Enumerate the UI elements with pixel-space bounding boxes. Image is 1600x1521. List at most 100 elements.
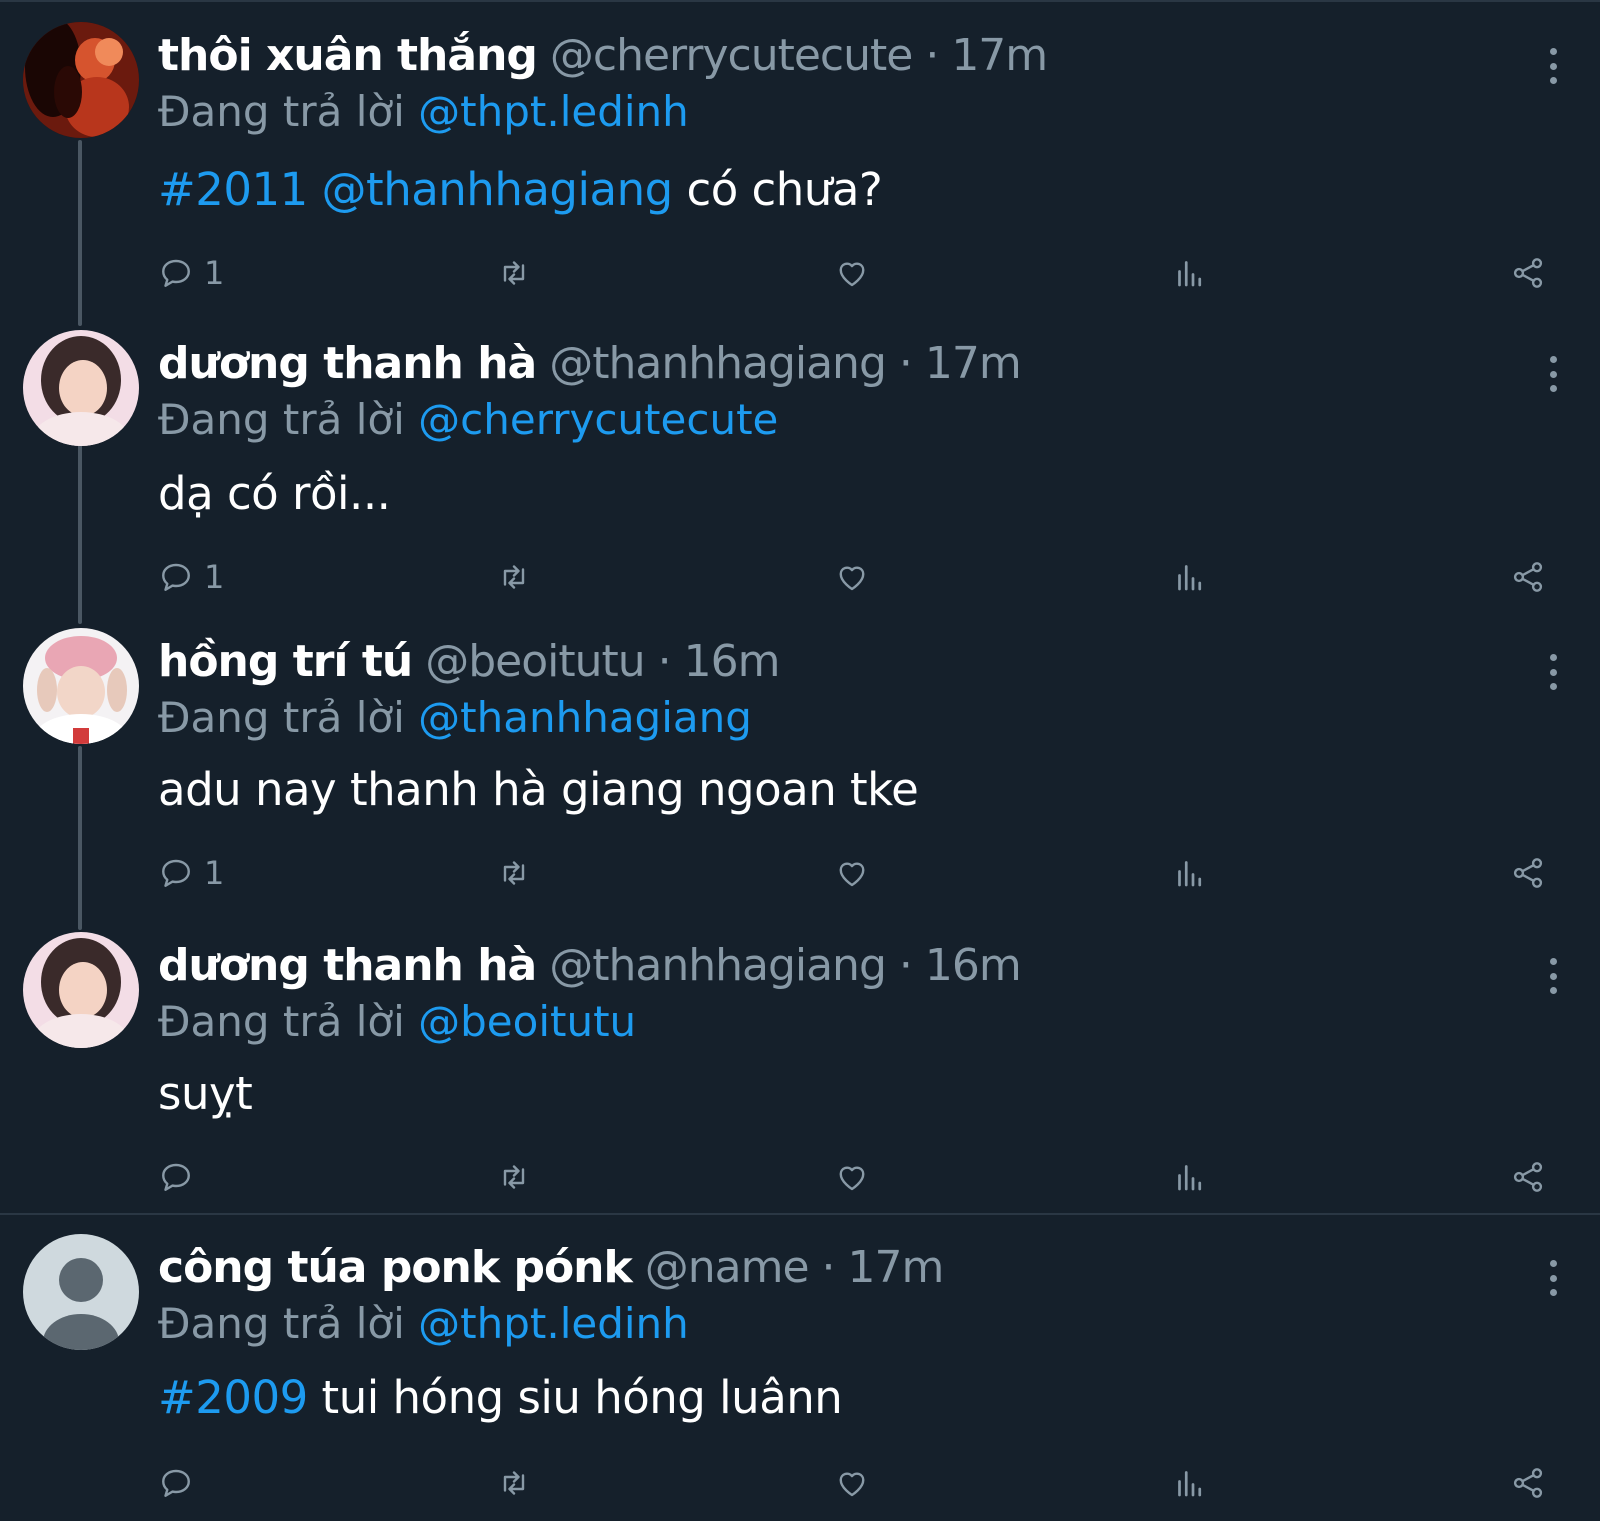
share-icon [1510, 1159, 1546, 1195]
more-icon[interactable] [1548, 48, 1558, 84]
share-button[interactable] [1510, 848, 1546, 898]
tweet-text: adu nay thanh hà giang ngoan tke [158, 760, 919, 820]
share-icon [1510, 255, 1546, 291]
hashtag-link[interactable]: #2011 [158, 163, 308, 216]
timestamp[interactable]: 17m [925, 338, 1022, 389]
reply-button[interactable]: 1 [158, 248, 224, 298]
more-icon[interactable] [1548, 958, 1558, 994]
share-icon [1510, 1465, 1546, 1501]
replying-to: Đang trả lời @cherrycutecute [158, 392, 778, 448]
tweet-header: hồng trí tú @beoitutu · 16m [158, 634, 781, 690]
reply-mention-link[interactable]: @thanhhagiang [418, 693, 752, 742]
reply-mention-link[interactable]: @thpt.ledinh [418, 1299, 689, 1348]
timestamp[interactable]: 17m [848, 1242, 945, 1293]
tweet[interactable]: thôi xuân thắng @cherrycutecute · 17m Đa… [0, 22, 1600, 322]
tweet-header: thôi xuân thắng @cherrycutecute · 17m [158, 28, 1048, 84]
reply-mention-link[interactable]: @thpt.ledinh [418, 87, 689, 136]
reply-count: 1 [204, 558, 225, 596]
like-button[interactable] [834, 1458, 870, 1508]
default-avatar[interactable] [23, 1234, 139, 1350]
tweet-actions: 1 [0, 848, 1600, 898]
analytics-icon [1172, 1465, 1208, 1501]
display-name[interactable]: công túa ponk pónk [158, 1242, 633, 1293]
share-button[interactable] [1510, 1152, 1546, 1202]
more-icon[interactable] [1548, 654, 1558, 690]
user-handle[interactable]: @name [645, 1242, 810, 1293]
separator: · [898, 940, 913, 991]
reply-button[interactable] [158, 1152, 194, 1202]
share-icon [1510, 559, 1546, 595]
reply-icon [158, 559, 194, 595]
hashtag-link[interactable]: #2009 [158, 1371, 308, 1424]
reply-mention-link[interactable]: @cherrycutecute [418, 395, 778, 444]
user-handle[interactable]: @thanhhagiang [549, 338, 887, 389]
reply-button[interactable] [158, 1458, 194, 1508]
display-name[interactable]: dương thanh hà [158, 940, 537, 991]
mention-link[interactable]: @thanhhagiang [322, 163, 674, 216]
reply-icon [158, 255, 194, 291]
like-icon [834, 1465, 870, 1501]
tweet-text: #2011 @thanhhagiang có chưa? [158, 160, 883, 220]
like-icon [834, 855, 870, 891]
avatar[interactable] [23, 932, 139, 1048]
timestamp[interactable]: 16m [925, 940, 1022, 991]
reply-mention-link[interactable]: @beoitutu [418, 997, 636, 1046]
like-button[interactable] [834, 552, 870, 602]
tweet[interactable]: hồng trí tú @beoitutu · 16m Đang trả lời… [0, 628, 1600, 918]
like-button[interactable] [834, 1152, 870, 1202]
analytics-button[interactable] [1172, 848, 1208, 898]
tweet[interactable]: công túa ponk pónk @name · 17m Đang trả … [0, 1234, 1600, 1521]
retweet-button[interactable] [496, 248, 532, 298]
user-handle[interactable]: @cherrycutecute [550, 30, 913, 81]
tweet-divider [0, 1213, 1600, 1215]
display-name[interactable]: hồng trí tú [158, 636, 413, 687]
avatar[interactable] [23, 330, 139, 446]
share-button[interactable] [1510, 1458, 1546, 1508]
reply-button[interactable]: 1 [158, 552, 224, 602]
replying-to-label: Đang trả lời [158, 997, 405, 1046]
retweet-icon [496, 255, 532, 291]
more-icon[interactable] [1548, 356, 1558, 392]
timestamp[interactable]: 16m [684, 636, 781, 687]
like-button[interactable] [834, 248, 870, 298]
replying-to: Đang trả lời @thpt.ledinh [158, 1296, 689, 1352]
share-button[interactable] [1510, 248, 1546, 298]
retweet-button[interactable] [496, 552, 532, 602]
tweet-actions: 1 [0, 552, 1600, 602]
avatar[interactable] [23, 628, 139, 744]
timestamp[interactable]: 17m [951, 30, 1048, 81]
retweet-button[interactable] [496, 848, 532, 898]
tweet-body: suỵt [158, 1067, 253, 1120]
replying-to-label: Đang trả lời [158, 87, 405, 136]
analytics-button[interactable] [1172, 1152, 1208, 1202]
display-name[interactable]: thôi xuân thắng [158, 30, 538, 81]
more-icon[interactable] [1548, 1260, 1558, 1296]
display-name[interactable]: dương thanh hà [158, 338, 537, 389]
replying-to: Đang trả lời @beoitutu [158, 994, 636, 1050]
user-handle[interactable]: @beoitutu [425, 636, 645, 687]
tweet[interactable]: dương thanh hà @thanhhagiang · 16m Đang … [0, 932, 1600, 1212]
tweet-thread: thôi xuân thắng @cherrycutecute · 17m Đa… [0, 0, 1600, 1521]
analytics-button[interactable] [1172, 248, 1208, 298]
top-divider [0, 0, 1600, 2]
retweet-button[interactable] [496, 1152, 532, 1202]
tweet-header: dương thanh hà @thanhhagiang · 16m [158, 938, 1022, 994]
retweet-icon [496, 855, 532, 891]
retweet-icon [496, 1159, 532, 1195]
like-button[interactable] [834, 848, 870, 898]
analytics-button[interactable] [1172, 1458, 1208, 1508]
retweet-button[interactable] [496, 1458, 532, 1508]
reply-button[interactable]: 1 [158, 848, 224, 898]
tweet-actions [0, 1458, 1600, 1508]
user-handle[interactable]: @thanhhagiang [549, 940, 887, 991]
replying-to: Đang trả lời @thpt.ledinh [158, 84, 689, 140]
retweet-icon [496, 1465, 532, 1501]
tweet-body: tui hóng siu hóng luânn [321, 1371, 843, 1424]
analytics-button[interactable] [1172, 552, 1208, 602]
separator: · [657, 636, 672, 687]
share-button[interactable] [1510, 552, 1546, 602]
tweet-body: dạ có rồi... [158, 467, 391, 520]
reply-count: 1 [204, 854, 225, 892]
avatar[interactable] [23, 22, 139, 138]
tweet[interactable]: dương thanh hà @thanhhagiang · 17m Đang … [0, 330, 1600, 620]
